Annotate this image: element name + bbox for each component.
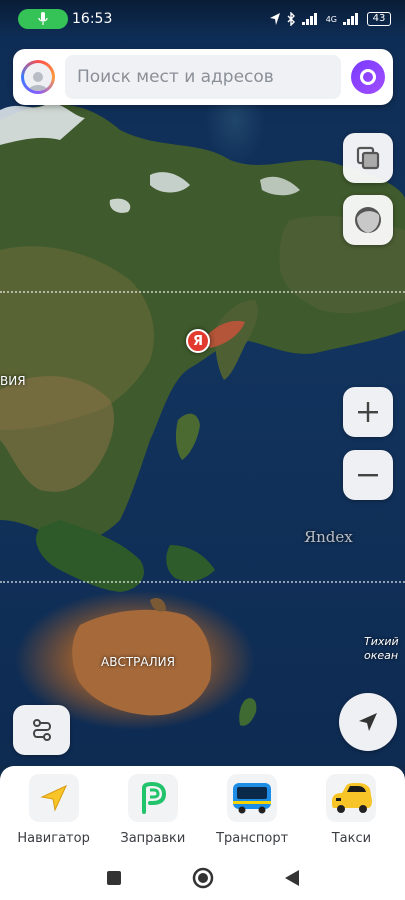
route-button[interactable] <box>13 705 70 755</box>
search-placeholder: Поиск мест и адресов <box>77 67 274 87</box>
service-label: Такси <box>331 831 372 846</box>
alice-voice-button[interactable] <box>351 60 385 94</box>
battery-indicator: 43 <box>367 12 391 26</box>
navigator-arrow-icon <box>39 784 67 812</box>
zoom-in-button[interactable] <box>343 387 393 437</box>
service-taxi[interactable]: Такси <box>302 774 401 856</box>
status-icons: 4G 43 <box>269 12 391 26</box>
my-location-button[interactable] <box>339 693 397 751</box>
map-label-pacific-2: океан <box>364 649 399 662</box>
layers-button[interactable] <box>343 133 393 183</box>
mic-icon <box>38 12 48 25</box>
service-label: Навигатор <box>17 831 90 846</box>
system-nav-bar <box>0 856 405 900</box>
traffic-icon <box>355 207 381 233</box>
status-bar: 16:53 4G 43 <box>0 0 405 38</box>
equator-line <box>0 581 405 583</box>
refuel-icon <box>141 782 166 814</box>
traffic-button[interactable] <box>343 195 393 245</box>
network-type: 4G <box>325 14 337 24</box>
plus-icon <box>358 402 378 422</box>
signal-icon <box>301 13 317 25</box>
pin-letter: Я <box>192 333 203 349</box>
home-button-icon[interactable] <box>192 867 214 889</box>
service-label: Заправки <box>120 831 186 846</box>
navigation-arrow-icon <box>359 713 377 731</box>
minus-icon <box>358 474 378 477</box>
taxi-car-icon <box>332 783 373 813</box>
clock: 16:53 <box>72 11 113 27</box>
bluetooth-icon <box>287 12 295 26</box>
service-transport[interactable]: Транспорт <box>203 774 302 856</box>
user-icon <box>28 72 48 91</box>
back-button-icon[interactable] <box>284 869 300 887</box>
route-icon <box>32 719 51 741</box>
profile-avatar[interactable] <box>21 60 55 94</box>
recents-button-icon[interactable] <box>106 870 122 886</box>
search-input[interactable]: Поиск мест и адресов <box>65 55 341 99</box>
location-arrow-icon <box>269 13 280 25</box>
layers-icon <box>356 146 380 170</box>
map-label-russia: ВИЯ <box>0 374 26 388</box>
location-pin[interactable]: Я <box>186 329 210 353</box>
bus-icon <box>233 783 272 814</box>
signal-icon-2 <box>343 13 358 25</box>
service-navigator[interactable]: Навигатор <box>4 774 103 856</box>
zoom-out-button[interactable] <box>343 450 393 500</box>
mic-active-indicator <box>18 9 68 29</box>
yandex-watermark: Яndex <box>304 528 353 546</box>
search-card: Поиск мест и адресов <box>13 49 393 105</box>
services-bar: Навигатор Заправки Транспорт Такси <box>0 766 405 856</box>
map-label-australia: АВСТРАЛИЯ <box>101 655 175 669</box>
satellite-map[interactable]: ВИЯ АВСТРАЛИЯ Тихий океан Яndex <box>0 0 405 765</box>
map-terrain <box>0 103 405 726</box>
map-label-pacific-1: Тихий <box>364 635 399 648</box>
service-label: Транспорт <box>216 831 289 846</box>
service-refuel[interactable]: Заправки <box>103 774 202 856</box>
alice-icon <box>360 69 376 85</box>
arctic-circle-line <box>0 291 405 293</box>
